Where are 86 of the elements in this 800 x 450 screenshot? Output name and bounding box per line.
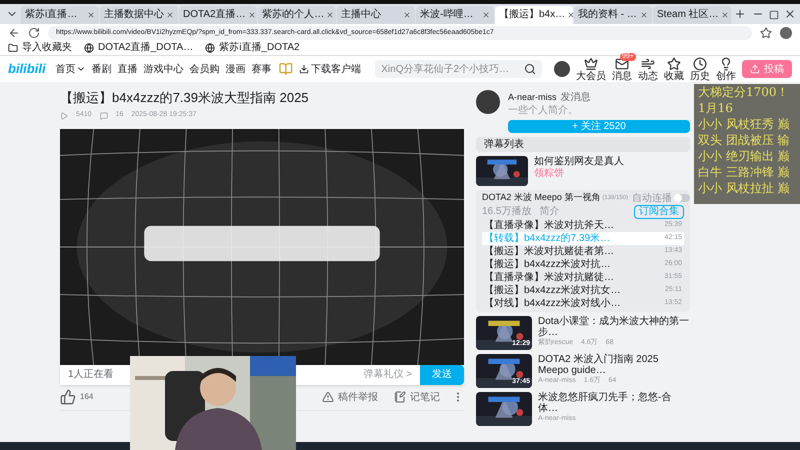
notes-link[interactable]: 记笔记 xyxy=(394,390,440,405)
upload-icon xyxy=(750,64,760,74)
overlay-text: 大梯定分1700！ xyxy=(698,84,789,100)
message-link[interactable]: 发消息 xyxy=(560,90,591,105)
danmaku-list-header[interactable]: 弹幕列表 xyxy=(476,136,690,152)
overlay-text: 1月16 xyxy=(698,100,733,116)
uploader-bio: 一些个人简介。 xyxy=(508,105,578,118)
new-tab-icon[interactable] xyxy=(734,8,746,20)
nav-icon-label[interactable]: 收藏 xyxy=(664,70,684,82)
folder-icon xyxy=(8,43,18,53)
close-tab-icon[interactable] xyxy=(326,11,334,19)
nav-link[interactable]: 首页 xyxy=(56,62,86,76)
globe-icon xyxy=(205,43,216,53)
warning-icon xyxy=(322,391,334,404)
search-icon[interactable] xyxy=(524,63,536,75)
crown-icon[interactable] xyxy=(584,56,598,70)
overlay-text: 小小 风杖狂秀 巅 xyxy=(698,116,790,132)
browser-tab[interactable]: Steam 社区… xyxy=(653,6,731,24)
like-count: 164 xyxy=(80,391,94,404)
nav-icon-label[interactable]: 消息 xyxy=(612,70,632,82)
browser-tab[interactable]: 紫苏i的个人… xyxy=(258,6,336,24)
nav-icon-label[interactable]: 动态 xyxy=(638,70,658,82)
reload-icon[interactable] xyxy=(28,26,40,38)
browser-tab[interactable]: 主播中心 xyxy=(337,6,415,24)
notebook-icon xyxy=(394,391,406,404)
playlist-title: DOTA2 米波 Meepo 第一视角 xyxy=(482,191,600,204)
user-avatar[interactable] xyxy=(554,61,570,77)
profile-avatar[interactable] xyxy=(780,26,792,38)
overlay-text: 白牛 三路冲锋 巅 xyxy=(698,164,790,180)
wind-icon[interactable] xyxy=(641,56,655,70)
overlay-text: 小小 绝刃输出 巅 xyxy=(698,148,790,164)
ad-title[interactable]: 如何鉴别网友是真人 xyxy=(534,156,624,168)
viewer-count: 1人正在看 xyxy=(68,368,114,382)
nav-icon-label[interactable]: 历史 xyxy=(690,70,710,82)
close-tab-icon[interactable] xyxy=(640,11,648,19)
overlay-text: 双头 团战被压 输 xyxy=(698,132,790,148)
download-link[interactable]: 下载客户端 xyxy=(299,62,362,76)
recommended-title[interactable]: 米波忽悠肝疯刀先手；忽悠-合体… xyxy=(538,392,690,414)
bookmark[interactable]: 紫苏i直播_DOTA2 xyxy=(205,41,300,55)
video-title: 【搬运】b4x4zzz的7.39米波大型指南 2025 xyxy=(60,90,310,106)
close-tab-icon[interactable] xyxy=(567,11,576,19)
lightbulb-icon[interactable] xyxy=(719,56,733,70)
close-tab-icon[interactable] xyxy=(403,11,411,19)
nav-icon-label[interactable]: 大会员 xyxy=(576,70,606,82)
nav-link[interactable]: 直播 xyxy=(118,62,138,76)
close-tab-icon[interactable] xyxy=(87,11,95,19)
recommended-title[interactable]: Dota小课堂：成为米波大神的第一步… xyxy=(538,316,690,338)
browser-tab[interactable]: DOTA2直播… xyxy=(179,6,257,24)
mail-icon[interactable] xyxy=(615,56,629,70)
nav-link[interactable]: 番剧 xyxy=(92,62,112,76)
favorite-icon[interactable] xyxy=(760,26,772,38)
download-icon xyxy=(299,64,310,74)
nav-link[interactable]: 漫画 xyxy=(226,62,246,76)
recommended-title[interactable]: DOTA2 米波入门指南 2025 Meepo guide… xyxy=(538,354,690,376)
nav-link[interactable]: 赛事 xyxy=(252,62,272,76)
browser-tab[interactable]: 主播数据中心 xyxy=(100,6,178,24)
close-tab-icon[interactable] xyxy=(482,11,490,19)
browser-tab[interactable]: 紫苏i直播… xyxy=(21,6,99,24)
browser-tab[interactable]: 【搬运】b4x… xyxy=(495,6,573,24)
nav-link[interactable]: 会员购 xyxy=(190,62,220,76)
report-link[interactable]: 稿件举报 xyxy=(322,390,378,405)
maximize-icon[interactable] xyxy=(769,10,779,20)
autoplay-label: 自动连播 xyxy=(632,192,672,206)
overlay-text: 小小 风杖拉扯 巅 xyxy=(698,180,790,196)
back-icon[interactable] xyxy=(8,26,20,38)
like-icon[interactable] xyxy=(60,389,76,406)
bookmark[interactable]: 导入收藏夹 xyxy=(8,41,72,55)
globe-icon xyxy=(84,43,94,53)
autoplay-toggle[interactable] xyxy=(674,194,690,202)
close-tab-icon[interactable] xyxy=(720,11,729,19)
play-count-icon xyxy=(60,112,68,120)
browser-tab[interactable]: 米波-哔哩… xyxy=(416,6,494,24)
star-icon[interactable] xyxy=(667,56,681,70)
close-tab-icon[interactable] xyxy=(248,11,256,19)
uploader-name[interactable]: A-near-miss xyxy=(508,90,557,104)
uploader-avatar[interactable] xyxy=(476,90,500,114)
playlist-plays: 16.5万播放 xyxy=(482,204,532,219)
close-tab-icon[interactable] xyxy=(166,11,174,19)
browser-tab[interactable]: 我的资料 - … xyxy=(574,6,652,24)
danmaku-count-icon xyxy=(100,112,108,120)
close-icon[interactable] xyxy=(784,8,796,20)
nav-link[interactable]: 游戏中心 xyxy=(144,62,184,76)
nav-icon-label[interactable]: 创作 xyxy=(716,70,736,82)
bookmark[interactable]: DOTA2直播_DOTA… xyxy=(84,41,194,55)
clock-icon[interactable] xyxy=(693,56,707,70)
ad-tag: 领粽饼 xyxy=(534,168,564,180)
